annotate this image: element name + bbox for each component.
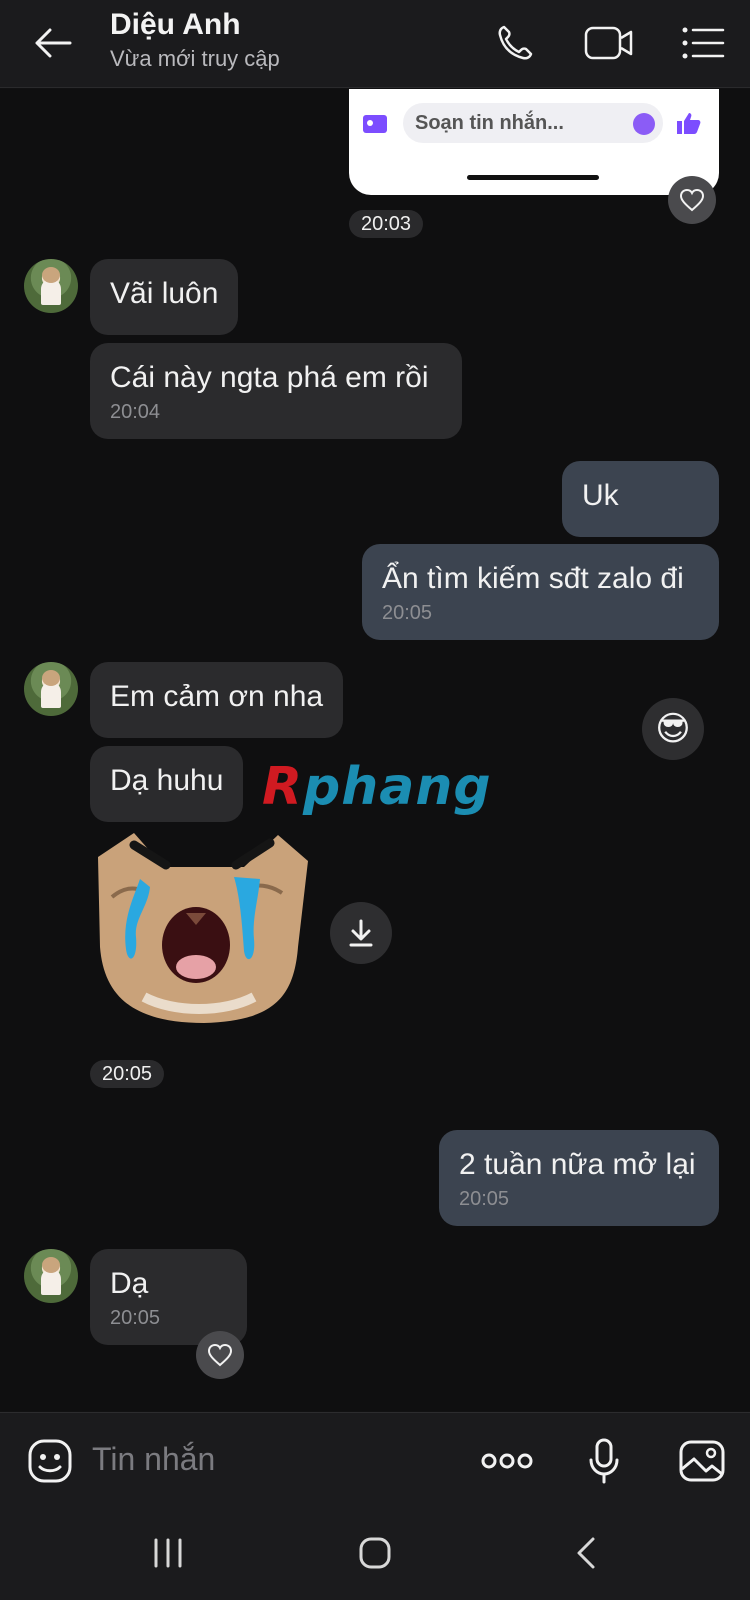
timestamp-pill: 20:03 — [349, 210, 424, 238]
message-text: Uk — [582, 479, 619, 512]
contact-name[interactable]: Diệu Anh — [110, 8, 241, 42]
smiley-icon — [633, 113, 655, 135]
message-time: 20:05 — [459, 1188, 510, 1210]
message-time: 20:05 — [382, 602, 433, 624]
message-text: Em cảm ơn nha — [110, 680, 324, 713]
message-text: Ẩn tìm kiếm sđt zalo đi — [382, 562, 684, 595]
contact-status: Vừa mới truy cập — [110, 46, 280, 71]
home-icon[interactable] — [345, 1531, 405, 1575]
watermark-logo: Rphang — [262, 757, 492, 817]
sticker-smiley-icon[interactable] — [24, 1435, 76, 1487]
image-gallery-icon[interactable] — [676, 1435, 728, 1487]
sunglasses-emoji-reaction[interactable]: 😎 — [642, 698, 704, 760]
message-bubble-outgoing[interactable]: Uk — [562, 461, 719, 537]
message-time: 20:04 — [110, 401, 161, 423]
microphone-icon[interactable] — [578, 1435, 630, 1487]
back-arrow-icon[interactable] — [28, 20, 78, 66]
video-camera-icon[interactable] — [584, 20, 634, 66]
recent-apps-icon[interactable] — [138, 1531, 198, 1575]
message-bubble-incoming[interactable]: Em cảm ơn nha — [90, 662, 344, 738]
contact-card-icon — [363, 115, 387, 133]
download-icon[interactable] — [330, 902, 392, 964]
preview-compose-placeholder: Soạn tin nhắn... — [415, 112, 564, 134]
message-bubble-incoming[interactable]: Cái này ngta phá em rồi 20:04 — [90, 343, 462, 439]
home-indicator-bar — [467, 175, 599, 180]
message-input[interactable]: Tin nhắn — [92, 1441, 215, 1478]
preview-compose-field: Soạn tin nhắn... — [403, 103, 663, 143]
message-bubble-outgoing[interactable]: Ẩn tìm kiếm sđt zalo đi 20:05 — [362, 544, 719, 640]
message-text: Dạ — [110, 1267, 149, 1300]
timestamp-pill: 20:05 — [90, 1060, 165, 1088]
message-text: Cái này ngta phá em rồi — [110, 361, 429, 394]
system-back-icon[interactable] — [556, 1531, 616, 1575]
shared-image-preview[interactable]: Soạn tin nhắn... — [349, 89, 719, 195]
reaction-emoji: 😎 — [655, 710, 691, 748]
heart-react-icon[interactable] — [668, 176, 716, 224]
more-options-icon[interactable] — [480, 1435, 534, 1487]
message-bubble-incoming[interactable]: Vãi luôn — [90, 259, 239, 335]
message-text: Dạ huhu — [110, 764, 224, 797]
system-navigation-bar — [0, 1507, 750, 1600]
avatar[interactable] — [24, 662, 78, 716]
phone-icon[interactable] — [490, 20, 540, 66]
avatar[interactable] — [24, 1249, 78, 1303]
message-bubble-outgoing[interactable]: 2 tuần nữa mở lại 20:05 — [439, 1130, 719, 1226]
avatar[interactable] — [24, 259, 78, 313]
message-text: 2 tuần nữa mở lại — [459, 1148, 696, 1181]
chat-header: Diệu Anh Vừa mới truy cập — [0, 0, 750, 88]
menu-list-icon[interactable] — [678, 20, 728, 66]
crying-cat-sticker[interactable] — [94, 827, 312, 1027]
message-bubble-incoming[interactable]: Dạ huhu — [90, 746, 244, 822]
thumbs-up-icon — [677, 113, 701, 134]
message-input-bar: Tin nhắn — [0, 1412, 750, 1507]
message-time: 20:05 — [110, 1307, 161, 1329]
message-text: Vãi luôn — [110, 277, 219, 310]
chat-messages-area[interactable]: Soạn tin nhắn... 20:03 Vãi luôn Cái này … — [0, 89, 750, 1411]
heart-react-icon[interactable] — [196, 1331, 244, 1379]
